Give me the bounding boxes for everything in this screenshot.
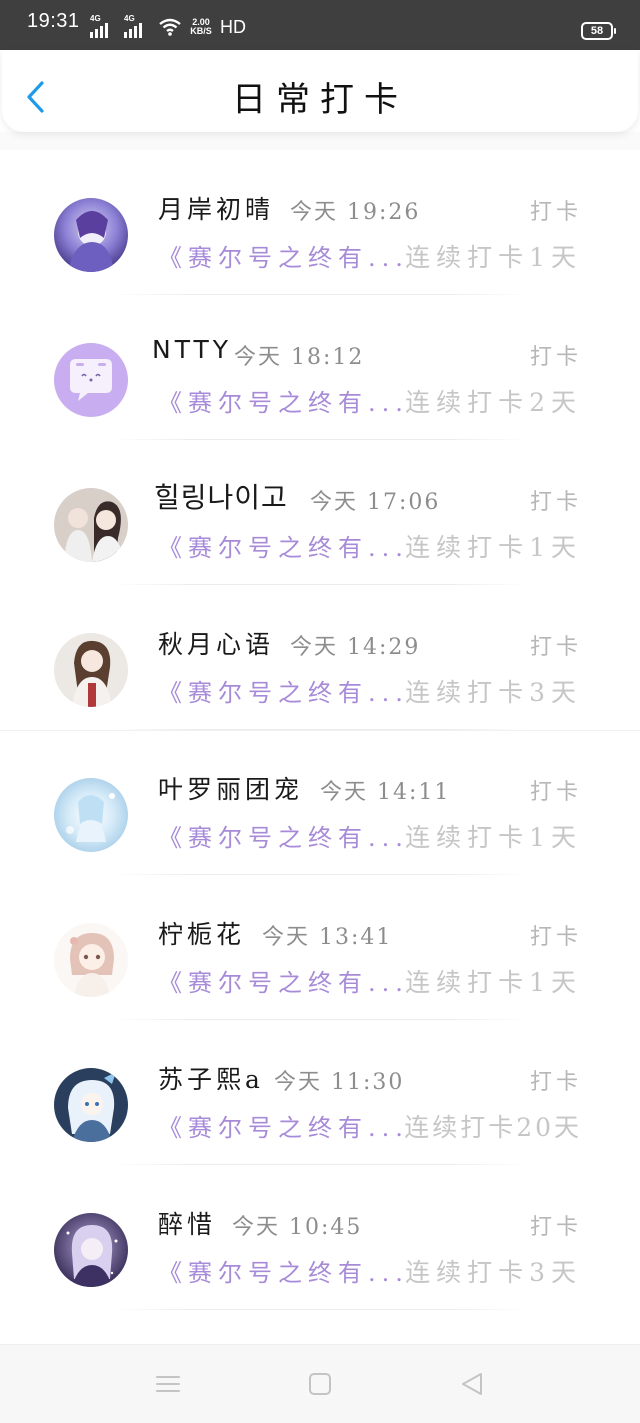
home-square-icon[interactable] [305,1369,335,1399]
status-icons: 4G 4G 2.00 KB/S HD [90,14,246,39]
avatar[interactable] [54,923,128,997]
book-link[interactable]: 《赛尔号之终有... [158,673,409,708]
navigation-bar [0,1344,640,1423]
checkin-time: 今天 13:41 [262,925,393,950]
checkin-time: 今天 17:06 [310,490,441,515]
streak-text: 连续打卡2天 [405,388,582,417]
streak-text: 连续打卡3天 [405,1258,582,1287]
streak-text: 连续打卡1天 [405,823,582,852]
book-link[interactable]: 《赛尔号之终有... [158,1108,409,1143]
avatar[interactable] [54,343,128,417]
list-item[interactable]: 叶罗丽团宠 今天 14:11 打卡 《赛尔号之终有... 连续打卡1天 [0,730,640,875]
checkin-time: 今天 18:12 [234,345,365,370]
list-item[interactable]: 苏子熙a 今天 11:30 打卡 《赛尔号之终有... 连续打卡20天 [0,1020,640,1165]
header-bar: 日常打卡 [2,50,638,132]
checkin-time: 今天 14:11 [320,780,451,805]
wifi-icon [158,17,182,37]
user-name: NTTY [152,335,233,364]
user-name: 叶罗丽团宠 [158,775,304,804]
speed-unit: KB/S [190,26,212,36]
divider [110,1309,530,1310]
list-item[interactable]: 秋月心语 今天 14:29 打卡 《赛尔号之终有... 连续打卡3天 [0,585,640,731]
avatar[interactable] [54,778,128,852]
book-link[interactable]: 《赛尔号之终有... [158,1253,409,1288]
user-name: 醉惜 [158,1210,217,1239]
page-title: 日常打卡 [232,80,408,120]
checkin-list: 月岸初晴 今天 19:26 打卡 《赛尔号之终有... 连续打卡1天 NTTY … [0,150,640,1310]
checkin-label: 打卡 [529,1215,582,1240]
menu-icon[interactable] [153,1369,183,1399]
checkin-label: 打卡 [529,200,582,225]
avatar[interactable] [54,1213,128,1287]
user-name: 月岸初晴 [158,195,275,224]
network-speed: 2.00 KB/S [188,18,214,36]
avatar[interactable] [54,1068,128,1142]
avatar[interactable] [54,198,128,272]
checkin-label: 打卡 [529,925,582,950]
list-item[interactable]: 힐링나이고 今天 17:06 打卡 《赛尔号之终有... 连续打卡1天 [0,440,640,585]
list-item[interactable]: 月岸初晴 今天 19:26 打卡 《赛尔号之终有... 连续打卡1天 [0,150,640,295]
user-name: 柠栀花 [158,920,246,949]
battery-icon: 58 [581,22,616,40]
checkin-label: 打卡 [529,345,582,370]
avatar[interactable] [54,488,128,562]
book-link[interactable]: 《赛尔号之终有... [158,963,409,998]
network-type-1: 4G [90,14,101,23]
hd-icon: HD [220,16,246,37]
streak-text: 连续打卡1天 [405,968,582,997]
streak-text: 连续打卡20天 [404,1113,582,1142]
checkin-label: 打卡 [529,635,582,660]
book-link[interactable]: 《赛尔号之终有... [158,383,409,418]
user-name: 苏子熙a [158,1065,264,1094]
checkin-time: 今天 11:30 [274,1070,405,1095]
status-bar: 19:31 4G 4G 2.00 KB/S HD 58 [0,0,640,50]
list-item[interactable]: 柠栀花 今天 13:41 打卡 《赛尔号之终有... 连续打卡1天 [0,875,640,1020]
user-name: 힐링나이고 [154,481,288,514]
checkin-label: 打卡 [529,490,582,515]
checkin-time: 今天 14:29 [290,635,421,660]
streak-text: 连续打卡1天 [405,243,582,272]
list-item[interactable]: 醉惜 今天 10:45 打卡 《赛尔号之终有... 连续打卡3天 [0,1165,640,1310]
network-type-2: 4G [124,14,135,23]
book-link[interactable]: 《赛尔号之终有... [158,238,409,273]
streak-text: 连续打卡3天 [405,678,582,707]
checkin-label: 打卡 [529,780,582,805]
user-name: 秋月心语 [158,630,275,659]
checkin-time: 今天 19:26 [290,200,421,225]
signal-icon-1: 4G [90,14,118,38]
header-gap [0,132,640,150]
streak-text: 连续打卡1天 [405,533,582,562]
triangle-back-icon[interactable] [457,1369,487,1399]
signal-icon-2: 4G [124,14,152,38]
checkin-label: 打卡 [529,1070,582,1095]
list-item[interactable]: NTTY 今天 18:12 打卡 《赛尔号之终有... 连续打卡2天 [0,295,640,440]
checkin-time: 今天 10:45 [232,1215,363,1240]
avatar[interactable] [54,633,128,707]
status-time: 19:31 [27,10,80,32]
book-link[interactable]: 《赛尔号之终有... [158,528,409,563]
book-link[interactable]: 《赛尔号之终有... [158,818,409,853]
